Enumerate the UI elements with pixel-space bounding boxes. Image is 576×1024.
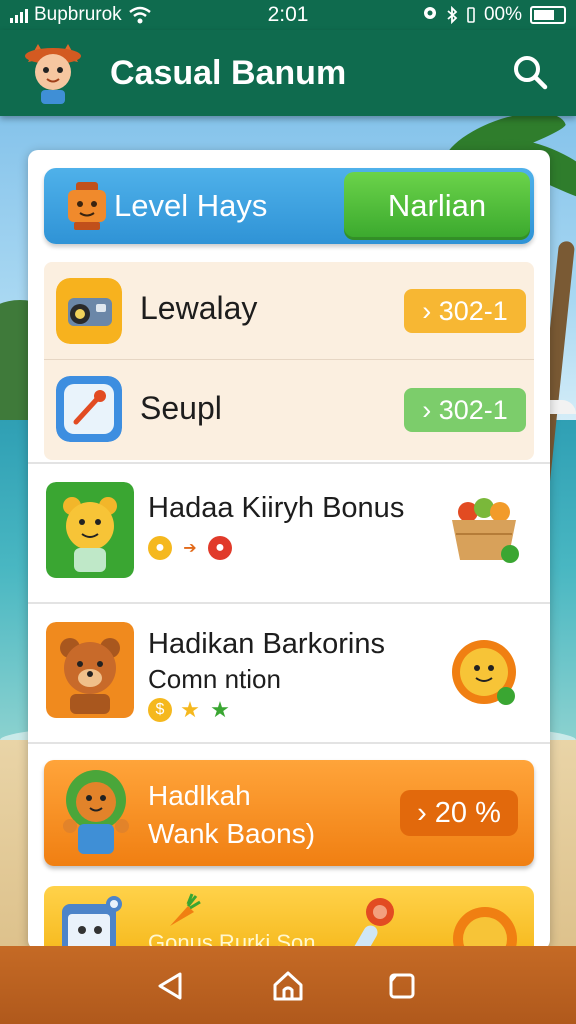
promo-title: Hadlkah bbox=[148, 780, 251, 811]
bonus-item[interactable]: Hadikan Barkorins Comn ntion $ ★ ★ bbox=[44, 620, 534, 730]
fox-mascot-icon bbox=[25, 44, 81, 104]
promo-subtitle: Wank Baons) bbox=[148, 818, 316, 849]
divider bbox=[28, 742, 550, 744]
lion-mascot-icon bbox=[63, 770, 129, 854]
bonus-subtitle: Comn ntion bbox=[148, 664, 281, 694]
red-gem-icon: ● bbox=[208, 536, 232, 560]
app-bar: Casual Banum bbox=[0, 30, 576, 116]
row-label: Lewalay bbox=[140, 290, 258, 326]
orange-badge-icon bbox=[453, 907, 517, 950]
bonus-icons: $ ★ ★ bbox=[148, 697, 232, 722]
vibrate-icon bbox=[467, 7, 475, 23]
status-bar: Bupbrurok 2:01 00% bbox=[0, 0, 576, 30]
target-icon bbox=[56, 376, 122, 442]
carrot-icon bbox=[170, 893, 201, 926]
star-icon: ★ bbox=[180, 697, 200, 722]
bonus-title: Hadaa Kiiryh Bonus bbox=[148, 492, 405, 524]
discount-badge[interactable]: › 20 % bbox=[400, 790, 518, 836]
fruit-basket-icon bbox=[452, 498, 519, 563]
row-label: Seupl bbox=[140, 390, 222, 426]
level-banner: Level Hays Narlian bbox=[44, 168, 534, 244]
bonus-icons: ● ➔ ● bbox=[148, 536, 232, 560]
robot-icon bbox=[68, 182, 106, 230]
main-card: Level Hays Narlian Lewalay › 302-1 Seupl… bbox=[28, 150, 550, 950]
coin-icon: ● bbox=[148, 536, 172, 560]
bear-mascot-icon bbox=[46, 622, 134, 718]
divider bbox=[28, 602, 550, 604]
green-star-icon: ★ bbox=[210, 697, 230, 722]
promo-banner[interactable]: Hadlkah Wank Baons) › 20 % bbox=[44, 760, 534, 866]
potion-icon bbox=[352, 898, 394, 950]
divider bbox=[28, 462, 550, 464]
level-label: Level Hays bbox=[114, 188, 268, 223]
bear-mascot-icon bbox=[46, 482, 134, 578]
promo-banner-secondary[interactable]: Gonus Rurki Son bbox=[44, 886, 534, 950]
bonus-item[interactable]: Hadaa Kiiryh Bonus ● ➔ ● bbox=[44, 480, 534, 580]
app-title: Casual Banum bbox=[110, 54, 347, 92]
arrow-icon: ➔ bbox=[183, 540, 197, 557]
recents-square-icon[interactable] bbox=[384, 968, 420, 1004]
back-triangle-icon[interactable] bbox=[152, 968, 188, 1004]
score-pill[interactable]: › 302-1 bbox=[404, 289, 526, 333]
battery-icon bbox=[530, 6, 566, 24]
home-icon[interactable] bbox=[270, 968, 306, 1004]
list-item[interactable]: Lewalay › 302-1 bbox=[44, 262, 534, 360]
calendar-icon bbox=[62, 896, 122, 950]
battery-percent: 00% bbox=[483, 4, 522, 25]
narlian-button[interactable]: Narlian bbox=[344, 172, 530, 240]
coin-icon: $ bbox=[148, 698, 172, 722]
score-pill[interactable]: › 302-1 bbox=[404, 388, 526, 432]
bluetooth-icon bbox=[447, 6, 458, 24]
search-icon[interactable] bbox=[510, 52, 550, 92]
bonus-title: Hadikan Barkorins bbox=[148, 628, 385, 660]
navigation-bar bbox=[0, 946, 576, 1024]
list-item[interactable]: Seupl › 302-1 bbox=[44, 360, 534, 460]
camera-icon bbox=[56, 278, 122, 344]
smiley-badge-icon bbox=[452, 640, 516, 705]
location-icon bbox=[423, 7, 436, 19]
